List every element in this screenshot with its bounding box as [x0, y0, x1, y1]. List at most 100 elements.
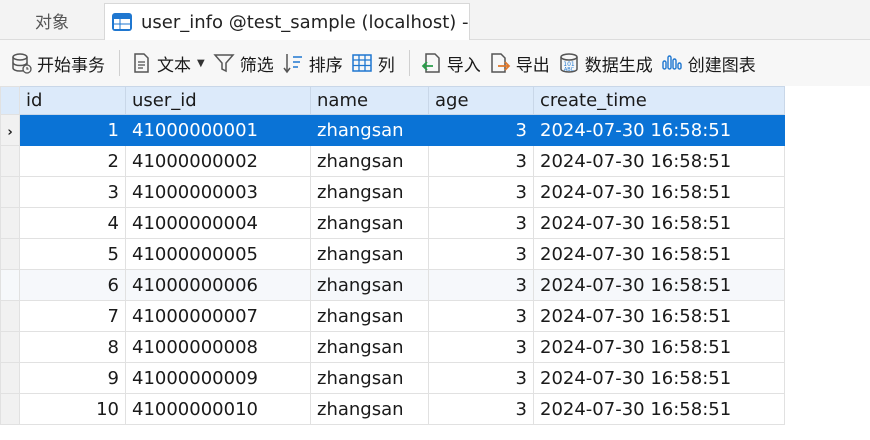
- column-header-user-id[interactable]: user_id: [125, 86, 311, 115]
- row-header[interactable]: [0, 176, 20, 208]
- row-header[interactable]: [0, 393, 20, 425]
- table-row[interactable]: 9 41000000009 zhangsan 3 2024-07-30 16:5…: [0, 362, 785, 394]
- row-header[interactable]: [0, 300, 20, 332]
- begin-transaction-button[interactable]: 开始事务: [8, 46, 111, 80]
- sort-button[interactable]: 排序: [280, 46, 349, 80]
- cell-id[interactable]: 4: [19, 207, 126, 239]
- cell-id[interactable]: 8: [19, 331, 126, 363]
- row-header[interactable]: [0, 331, 20, 363]
- cell-user-id[interactable]: 41000000010: [125, 393, 311, 425]
- cell-id[interactable]: 5: [19, 238, 126, 270]
- row-header[interactable]: [0, 145, 20, 177]
- columns-button[interactable]: 列: [349, 46, 401, 80]
- tab-objects[interactable]: 对象: [0, 0, 104, 40]
- cell-age[interactable]: 3: [428, 114, 534, 146]
- cell-user-id[interactable]: 41000000006: [125, 269, 311, 301]
- cell-name[interactable]: zhangsan: [310, 114, 429, 146]
- cell-create-time[interactable]: 2024-07-30 16:58:51: [533, 114, 785, 146]
- row-header[interactable]: ›: [0, 114, 20, 146]
- cell-name[interactable]: zhangsan: [310, 207, 429, 239]
- chevron-down-icon[interactable]: ▼: [197, 58, 205, 69]
- cell-user-id[interactable]: 41000000003: [125, 176, 311, 208]
- cell-user-id[interactable]: 41000000002: [125, 145, 311, 177]
- toolbar-divider: [408, 50, 410, 76]
- column-header-name[interactable]: name: [310, 86, 429, 115]
- cell-create-time[interactable]: 2024-07-30 16:58:51: [533, 207, 785, 239]
- cell-age[interactable]: 3: [428, 176, 534, 208]
- row-pointer-icon: ›: [7, 124, 13, 140]
- cell-create-time[interactable]: 2024-07-30 16:58:51: [533, 238, 785, 270]
- data-grid: id user_id name age create_time › 1 4100…: [0, 86, 785, 425]
- cell-name[interactable]: zhangsan: [310, 238, 429, 270]
- table-row[interactable]: 8 41000000008 zhangsan 3 2024-07-30 16:5…: [0, 331, 785, 363]
- cell-age[interactable]: 3: [428, 300, 534, 332]
- import-button[interactable]: 导入: [418, 46, 487, 80]
- cell-id[interactable]: 6: [19, 269, 126, 301]
- cell-id[interactable]: 10: [19, 393, 126, 425]
- cell-user-id[interactable]: 41000000001: [125, 114, 311, 146]
- cell-name[interactable]: zhangsan: [310, 176, 429, 208]
- cell-create-time[interactable]: 2024-07-30 16:58:51: [533, 145, 785, 177]
- cell-user-id[interactable]: 41000000005: [125, 238, 311, 270]
- cell-age[interactable]: 3: [428, 393, 534, 425]
- toolbar-divider: [119, 50, 120, 76]
- create-chart-button[interactable]: 创建图表: [659, 46, 762, 80]
- tab-user-info[interactable]: user_info @test_sample (localhost) -...: [104, 3, 470, 40]
- cell-create-time[interactable]: 2024-07-30 16:58:51: [533, 269, 785, 301]
- cell-name[interactable]: zhangsan: [310, 300, 429, 332]
- columns-label: 列: [377, 55, 395, 76]
- row-header[interactable]: [0, 207, 20, 239]
- document-icon: [134, 53, 149, 73]
- data-generation-label: 数据生成: [584, 55, 653, 76]
- cell-user-id[interactable]: 41000000009: [125, 362, 311, 394]
- database-icon: [12, 53, 32, 74]
- row-header[interactable]: [0, 269, 20, 301]
- tab-user-info-label: user_info @test_sample (localhost) -...: [141, 11, 470, 33]
- cell-id[interactable]: 1: [19, 114, 126, 146]
- cell-age[interactable]: 3: [428, 145, 534, 177]
- data-generation-button[interactable]: 101 ABC 数据生成: [556, 46, 659, 80]
- cell-id[interactable]: 3: [19, 176, 126, 208]
- cell-id[interactable]: 9: [19, 362, 126, 394]
- table-row[interactable]: 10 41000000010 zhangsan 3 2024-07-30 16:…: [0, 393, 785, 425]
- cell-name[interactable]: zhangsan: [310, 393, 429, 425]
- row-header[interactable]: [0, 238, 20, 270]
- cell-id[interactable]: 7: [19, 300, 126, 332]
- cell-user-id[interactable]: 41000000004: [125, 207, 311, 239]
- cell-name[interactable]: zhangsan: [310, 145, 429, 177]
- cell-create-time[interactable]: 2024-07-30 16:58:51: [533, 300, 785, 332]
- cell-create-time[interactable]: 2024-07-30 16:58:51: [533, 362, 785, 394]
- cell-age[interactable]: 3: [428, 207, 534, 239]
- column-header-id[interactable]: id: [19, 86, 126, 115]
- cell-create-time[interactable]: 2024-07-30 16:58:51: [533, 393, 785, 425]
- cell-name[interactable]: zhangsan: [310, 269, 429, 301]
- filter-button[interactable]: 筛选: [211, 46, 280, 80]
- cell-age[interactable]: 3: [428, 362, 534, 394]
- text-view-button[interactable]: 文本 ▼: [128, 46, 211, 80]
- table-row[interactable]: › 1 41000000001 zhangsan 3 2024-07-30 16…: [0, 114, 785, 146]
- cell-age[interactable]: 3: [428, 331, 534, 363]
- cell-user-id[interactable]: 41000000007: [125, 300, 311, 332]
- export-button[interactable]: 导出: [487, 46, 556, 80]
- tab-bar: 对象 user_info @test_sample (localhost) -.…: [0, 0, 870, 40]
- cell-age[interactable]: 3: [428, 269, 534, 301]
- column-header-create-time[interactable]: create_time: [533, 86, 785, 115]
- cell-name[interactable]: zhangsan: [310, 362, 429, 394]
- table-row[interactable]: 7 41000000007 zhangsan 3 2024-07-30 16:5…: [0, 300, 785, 332]
- row-header-corner: [0, 86, 20, 115]
- table-row[interactable]: 6 41000000006 zhangsan 3 2024-07-30 16:5…: [0, 269, 785, 301]
- cell-id[interactable]: 2: [19, 145, 126, 177]
- cell-age[interactable]: 3: [428, 238, 534, 270]
- table-row[interactable]: 3 41000000003 zhangsan 3 2024-07-30 16:5…: [0, 176, 785, 208]
- row-header[interactable]: [0, 362, 20, 394]
- table-row[interactable]: 4 41000000004 zhangsan 3 2024-07-30 16:5…: [0, 207, 785, 239]
- cell-user-id[interactable]: 41000000008: [125, 331, 311, 363]
- cell-create-time[interactable]: 2024-07-30 16:58:51: [533, 331, 785, 363]
- table-row[interactable]: 5 41000000005 zhangsan 3 2024-07-30 16:5…: [0, 238, 785, 270]
- table-row[interactable]: 2 41000000002 zhangsan 3 2024-07-30 16:5…: [0, 145, 785, 177]
- sort-icon: [283, 54, 302, 74]
- cell-create-time[interactable]: 2024-07-30 16:58:51: [533, 176, 785, 208]
- cell-name[interactable]: zhangsan: [310, 331, 429, 363]
- import-icon: [421, 53, 440, 73]
- column-header-age[interactable]: age: [428, 86, 534, 115]
